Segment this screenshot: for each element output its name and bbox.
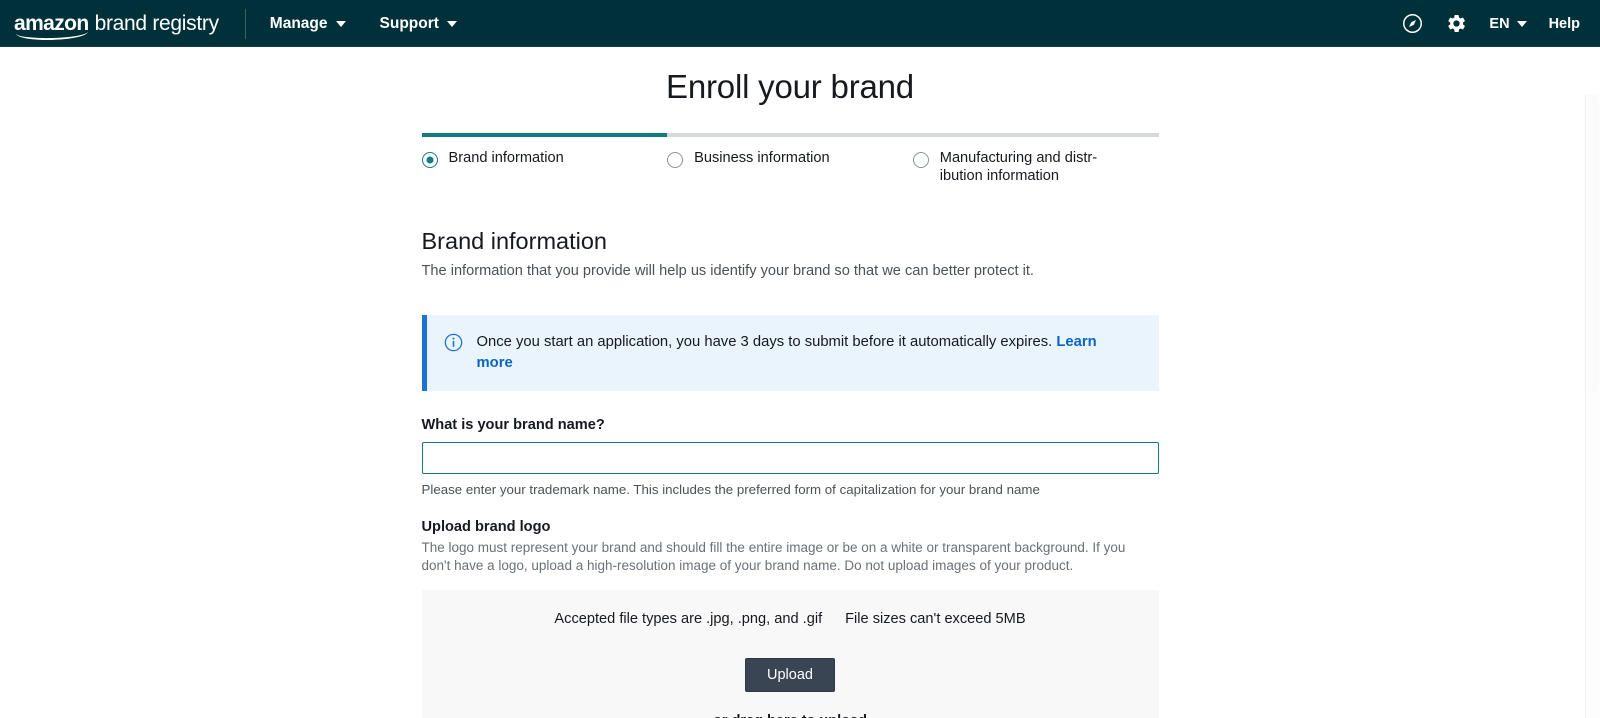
language-selector[interactable]: EN: [1489, 15, 1527, 32]
stepper-steps: Brand information Business information M…: [421, 150, 1159, 186]
brand-name-hint: Please enter your trademark name. This i…: [421, 481, 1040, 497]
upload-brand-logo-title: Upload brand logo: [421, 518, 551, 535]
logo-dropzone[interactable]: Accepted file types are .jpg, .png, and …: [421, 589, 1159, 718]
file-requirements: Accepted file types are .jpg, .png, and …: [554, 611, 1025, 627]
logo-brand-registry-text: brand registry: [94, 11, 220, 35]
radio-unselected-icon: [912, 152, 929, 168]
help-link[interactable]: Help: [1549, 16, 1580, 32]
content-container: Enroll your brand Brand information Busi…: [421, 47, 1159, 718]
scrollbar-thumb[interactable]: [1588, 94, 1599, 394]
info-circle-icon: [444, 333, 463, 374]
step-manufacturing-distribution-information[interactable]: Manufacturing and distr-ibution informat…: [912, 150, 1159, 186]
upload-brand-logo-description: The logo must represent your brand and s…: [421, 539, 1126, 574]
nav-menu: Manage Support: [270, 16, 457, 32]
amazon-brand-registry-logo[interactable]: amazon brand registry: [14, 12, 223, 36]
info-alert-message: Once you start an application, you have …: [476, 333, 1057, 350]
brand-name-input[interactable]: [421, 441, 1159, 474]
section-heading: Brand information: [421, 227, 608, 254]
upload-button[interactable]: Upload: [745, 657, 835, 692]
progress-track: [421, 133, 1159, 137]
language-selector-label: EN: [1489, 15, 1510, 32]
nav-item-support[interactable]: Support: [380, 16, 457, 32]
section-subheading: The information that you provide will he…: [421, 262, 1034, 279]
info-alert-text: Once you start an application, you have …: [477, 332, 1102, 374]
nav-item-support-label: Support: [379, 14, 439, 32]
brand-name-label: What is your brand name?: [421, 416, 605, 433]
step-business-information[interactable]: Business information: [667, 150, 913, 186]
compass-icon[interactable]: [1401, 13, 1423, 35]
progress-fill: [421, 133, 668, 137]
logo-amazon-text: amazon: [14, 11, 89, 35]
file-size-limit-text: File sizes can't exceed 5MB: [845, 610, 1026, 627]
step-label: Manufacturing and distr-ibution informat…: [939, 150, 1098, 184]
enrollment-stepper: Brand information Business information M…: [421, 133, 1159, 186]
nav-item-manage[interactable]: Manage: [270, 16, 346, 32]
nav-item-manage-label: Manage: [269, 14, 328, 32]
step-label: Brand information: [448, 150, 564, 166]
page-body: Enroll your brand Brand information Busi…: [0, 47, 1600, 718]
chevron-down-icon: [1516, 20, 1527, 27]
step-label: Business information: [694, 150, 830, 166]
step-brand-information[interactable]: Brand information: [421, 150, 668, 186]
radio-unselected-icon: [667, 152, 684, 168]
accepted-file-types-text: Accepted file types are .jpg, .png, and …: [554, 610, 823, 627]
chevron-down-icon: [446, 20, 457, 27]
nav-divider: [244, 8, 246, 39]
drag-here-text: or drag here to upload: [422, 713, 1159, 718]
info-alert: Once you start an application, you have …: [421, 314, 1159, 391]
page-title: Enroll your brand: [666, 68, 914, 105]
radio-selected-icon: [421, 152, 438, 168]
top-navigation-bar: amazon brand registry Manage Support EN: [0, 0, 1600, 47]
gear-icon[interactable]: [1445, 13, 1467, 35]
nav-right-group: EN Help: [1401, 13, 1586, 35]
chevron-down-icon: [335, 20, 346, 27]
vertical-scrollbar[interactable]: [1585, 94, 1600, 718]
